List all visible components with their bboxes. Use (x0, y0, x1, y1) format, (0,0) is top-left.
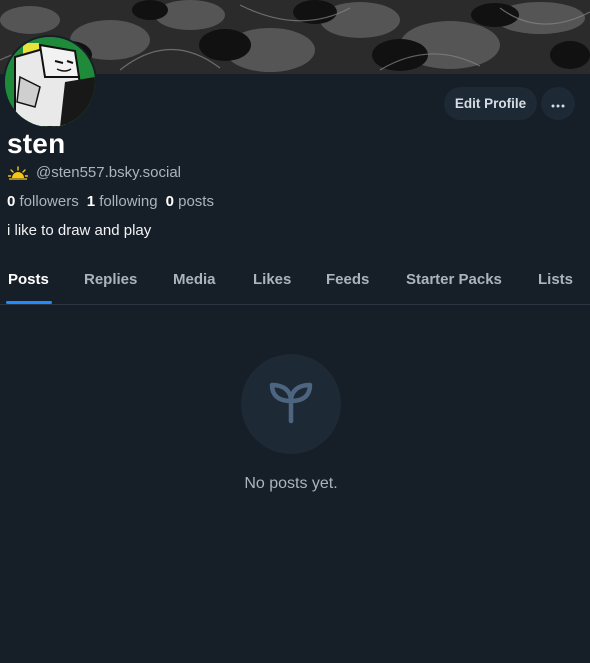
following-link[interactable]: 1 following (87, 193, 158, 210)
edit-profile-button[interactable]: Edit Profile (444, 87, 537, 120)
followers-label: followers (19, 193, 79, 210)
followers-count: 0 (7, 193, 16, 210)
tab-replies[interactable]: Replies (84, 271, 137, 288)
empty-state-message: No posts yet. (244, 475, 338, 492)
avatar[interactable] (3, 35, 97, 129)
posts-stat: 0 posts (166, 193, 214, 210)
empty-state-icon-circle (241, 354, 341, 454)
more-options-button[interactable] (541, 87, 575, 120)
tab-likes[interactable]: Likes (253, 271, 291, 288)
bio: i like to draw and play (7, 222, 152, 239)
profile-tabs: Posts Replies Media Likes Feeds Starter … (0, 258, 590, 305)
tab-media[interactable]: Media (173, 271, 216, 288)
handle[interactable]: @sten557.bsky.social (36, 164, 181, 181)
display-name: sten (7, 128, 66, 159)
profile-page: Edit Profile sten @sten557.bsky.social 0… (0, 0, 590, 663)
tab-lists[interactable]: Lists (538, 271, 573, 288)
tab-feeds[interactable]: Feeds (326, 271, 369, 288)
posts-label: posts (178, 193, 214, 210)
following-count: 1 (86, 193, 96, 210)
posts-count: 0 (165, 193, 174, 210)
following-label: following (99, 193, 158, 210)
ellipsis-icon (551, 95, 565, 113)
followers-link[interactable]: 0 followers (7, 193, 79, 210)
seedling-icon (266, 377, 316, 432)
edit-profile-label: Edit Profile (454, 96, 527, 111)
active-tab-indicator (6, 301, 52, 304)
handle-row: @sten557.bsky.social (8, 164, 181, 181)
tab-starter-packs[interactable]: Starter Packs (406, 271, 502, 288)
tab-posts[interactable]: Posts (8, 271, 49, 288)
profile-stats: 0 followers 1 following 0 posts (7, 193, 214, 210)
sunrise-icon (8, 165, 28, 180)
